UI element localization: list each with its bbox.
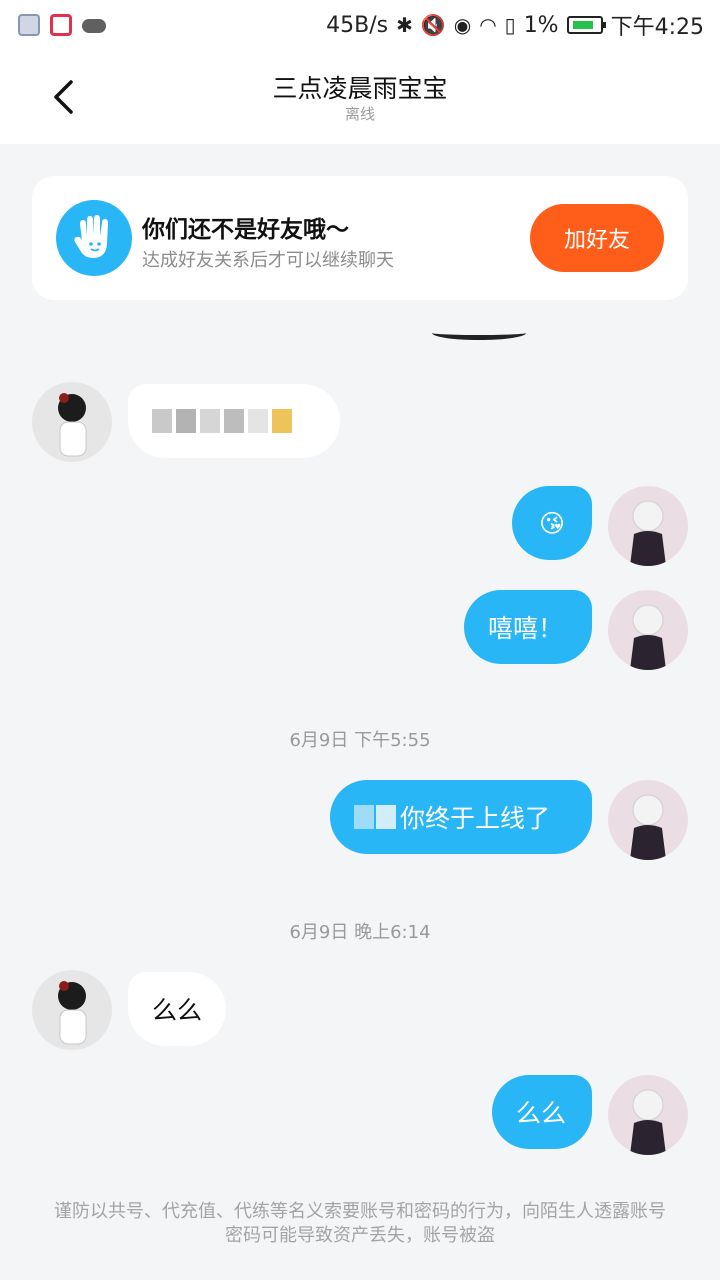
net-speed: 45B/s [326, 12, 389, 38]
waving-hand-icon [56, 200, 132, 276]
partial-image [432, 326, 526, 340]
eye-icon: ◉ [453, 13, 472, 37]
video-app-icon [50, 14, 72, 36]
security-notice: 谨防以共号、代充值、代练等名义索要账号和密码的行为，向陌生人透露账号密码可能导致… [54, 1201, 666, 1246]
sim-alert-icon: ▯ [504, 13, 516, 37]
message-bubble-mine[interactable]: 嘻嘻！ [464, 590, 592, 664]
bluetooth-icon: ✱ [396, 13, 413, 37]
add-friend-button[interactable]: 加好友 [530, 204, 664, 272]
my-avatar[interactable] [608, 780, 688, 860]
timestamp: 6月9日 下午5:55 [289, 730, 431, 751]
message-text: 😘 [538, 508, 566, 538]
battery-percent: 1% [523, 12, 559, 38]
status-time: 下午4:25 [610, 15, 704, 40]
page-title: 三点凌晨雨宝宝 [272, 74, 448, 103]
my-avatar[interactable] [608, 590, 688, 670]
mute-icon: 🔇 [420, 13, 446, 37]
message-bubble-mine[interactable]: 么么 [492, 1075, 592, 1149]
timestamp: 6月9日 晚上6:14 [289, 922, 431, 943]
message-bubble-theirs[interactable]: 么么 [128, 972, 226, 1046]
friend-card-title: 你们还不是好友哦～ [142, 217, 349, 243]
chat-header: 三点凌晨雨宝宝 离线 [0, 50, 720, 144]
friend-card-subtitle: 达成好友关系后才可以继续聊天 [142, 250, 394, 271]
status-bar: 45B/s ✱ 🔇 ◉ ◠ ▯ 1% 下午4:25 [0, 0, 720, 50]
contact-avatar[interactable] [32, 382, 112, 462]
battery-charging-icon [566, 16, 606, 34]
my-avatar[interactable] [608, 486, 688, 566]
message-text: 么么 [152, 996, 203, 1025]
contact-avatar[interactable] [32, 970, 112, 1050]
message-bubble-blurred[interactable] [128, 384, 340, 458]
wifi-icon: ◠ [479, 13, 497, 37]
status-left [18, 14, 106, 36]
status-right: 45B/s ✱ 🔇 ◉ ◠ ▯ 1% 下午4:25 [326, 9, 704, 41]
online-status: 离线 [344, 105, 375, 123]
my-avatar[interactable] [608, 1075, 688, 1155]
message-text: 么么 [516, 1099, 567, 1128]
gallery-app-icon [18, 14, 40, 36]
message-text: 嘻嘻！ [488, 614, 564, 643]
message-text: 你终于上线了 [400, 804, 551, 833]
cloud-icon [82, 19, 106, 33]
message-bubble-mine[interactable]: 你终于上线了 [330, 780, 592, 854]
friend-request-card: 你们还不是好友哦～ 达成好友关系后才可以继续聊天 加好友 [32, 176, 688, 300]
message-bubble-mine[interactable]: 😘 [512, 486, 592, 560]
